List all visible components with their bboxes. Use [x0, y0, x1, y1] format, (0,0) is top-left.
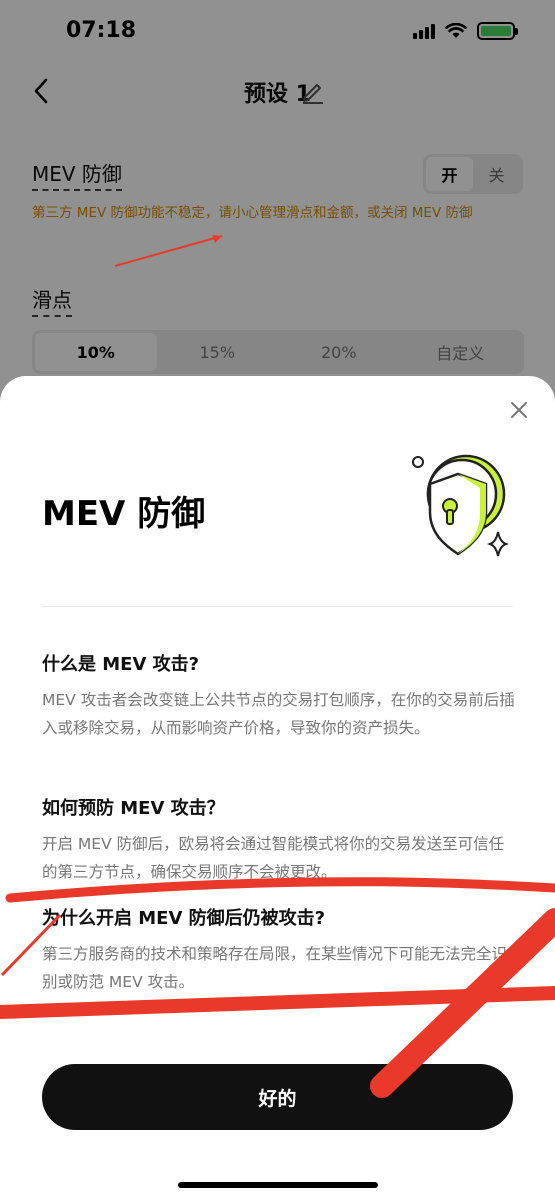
shield-lock-illustration	[412, 454, 510, 557]
faq-item: 为什么开启 MEV 防御后仍被攻击? 第三方服务商的技术和策略存在局限，在某些情…	[42, 904, 515, 996]
sheet-title: MEV 防御	[42, 494, 206, 534]
faq-question: 如何预防 MEV 攻击？	[42, 798, 225, 819]
home-indicator	[178, 1182, 378, 1188]
faq-question: 什么是 MEV 攻击?	[42, 654, 200, 675]
close-icon[interactable]	[509, 400, 529, 420]
divider	[42, 606, 513, 607]
faq-question: 为什么开启 MEV 防御后仍被攻击?	[42, 908, 326, 929]
faq-answer: MEV 攻击者会改变链上公共节点的交易打包顺序，在你的交易前后插入或移除交易，从…	[42, 691, 515, 737]
mev-info-sheet: MEV 防御 什么是 MEV 攻击? MEV 攻击者会改变链上公共节点的交易打包…	[0, 376, 555, 1200]
faq-answer: 开启 MEV 防御后，欧易将会通过智能模式将你的交易发送至可信任的第三方节点，确…	[42, 835, 505, 881]
ok-button[interactable]: 好的	[42, 1064, 513, 1130]
faq-item: 如何预防 MEV 攻击？ 开启 MEV 防御后，欧易将会通过智能模式将你的交易发…	[42, 794, 515, 886]
faq-item: 什么是 MEV 攻击? MEV 攻击者会改变链上公共节点的交易打包顺序，在你的交…	[42, 650, 515, 742]
faq-answer: 第三方服务商的技术和策略存在局限，在某些情况下可能无法完全识别或防范 MEV 攻…	[42, 945, 508, 991]
